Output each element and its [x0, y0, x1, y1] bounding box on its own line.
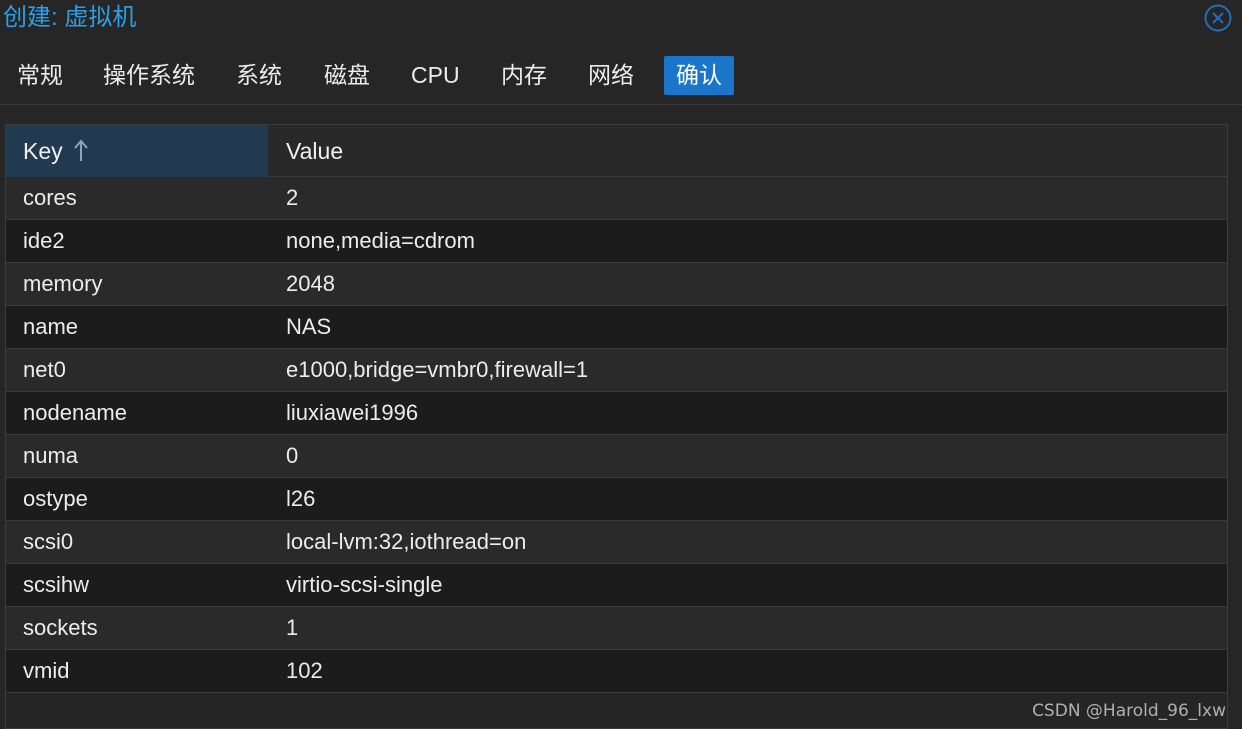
table-row[interactable]: sockets 1 [6, 607, 1227, 650]
row-value: e1000,bridge=vmbr0,firewall=1 [286, 357, 589, 382]
tab-network[interactable]: 网络 [576, 56, 646, 95]
row-key: net0 [23, 357, 66, 382]
row-key: ide2 [23, 228, 65, 253]
tab-system[interactable]: 系统 [224, 56, 294, 95]
close-icon [1204, 4, 1232, 32]
table-row[interactable]: memory 2048 [6, 263, 1227, 306]
row-value: local-lvm:32,iothread=on [286, 529, 527, 554]
dialog-title: 创建: 虚拟机 [3, 4, 137, 31]
table-row[interactable]: numa 0 [6, 435, 1227, 478]
row-key: vmid [23, 658, 70, 683]
row-value: l26 [286, 486, 316, 511]
table-row[interactable]: net0 e1000,bridge=vmbr0,firewall=1 [6, 349, 1227, 392]
column-header-key[interactable]: Key [6, 125, 268, 177]
row-value: liuxiawei1996 [286, 400, 419, 425]
row-value: 0 [286, 443, 299, 468]
table-row[interactable]: vmid 102 [6, 650, 1227, 693]
tab-divider [0, 104, 1242, 105]
table-row[interactable]: scsihw virtio-scsi-single [6, 564, 1227, 607]
table-row[interactable]: nodename liuxiawei1996 [6, 392, 1227, 435]
row-key: scsi0 [23, 529, 74, 554]
row-key: name [23, 314, 79, 339]
row-key: numa [23, 443, 79, 468]
table-row[interactable]: name NAS [6, 306, 1227, 349]
wizard-tabs: 常规 操作系统 系统 磁盘 CPU 内存 网络 确认 [0, 54, 1242, 98]
table-row[interactable]: ostype l26 [6, 478, 1227, 521]
arrow-up-icon [74, 139, 88, 161]
row-value: virtio-scsi-single [286, 572, 443, 597]
row-value: 2048 [286, 271, 335, 296]
grid-rows: cores 2 ide2 none,media=cdrom memory 204… [6, 177, 1227, 693]
tab-cpu[interactable]: CPU [399, 56, 472, 95]
tab-general[interactable]: 常规 [5, 56, 75, 95]
row-value: none,media=cdrom [286, 228, 475, 253]
row-value: 2 [286, 185, 299, 210]
tab-os[interactable]: 操作系统 [91, 56, 207, 95]
column-header-key-label: Key [23, 138, 63, 164]
confirm-grid: Key Value cores 2 ide2 none,media=cdrom … [5, 124, 1228, 729]
tab-confirm[interactable]: 确认 [664, 56, 734, 95]
create-vm-dialog: 创建: 虚拟机 常规 操作系统 系统 磁盘 CPU 内存 网络 确认 Key V… [0, 0, 1242, 729]
row-value: 1 [286, 615, 299, 640]
row-key: nodename [23, 400, 127, 425]
row-key: memory [23, 271, 103, 296]
row-value: 102 [286, 658, 323, 683]
row-key: sockets [23, 615, 98, 640]
row-value: NAS [286, 314, 332, 339]
row-key: ostype [23, 486, 88, 511]
table-row[interactable]: scsi0 local-lvm:32,iothread=on [6, 521, 1227, 564]
tab-memory[interactable]: 内存 [489, 56, 559, 95]
table-row[interactable]: ide2 none,media=cdrom [6, 220, 1227, 263]
grid-header: Key Value [6, 125, 1227, 177]
watermark: CSDN @Harold_96_lxw [1032, 701, 1226, 721]
titlebar: 创建: 虚拟机 [0, 0, 1242, 38]
row-key: cores [23, 185, 77, 210]
table-row[interactable]: cores 2 [6, 177, 1227, 220]
row-key: scsihw [23, 572, 90, 597]
tab-disks[interactable]: 磁盘 [312, 56, 382, 95]
column-header-value[interactable]: Value [268, 125, 1227, 177]
close-button[interactable] [1204, 4, 1232, 32]
